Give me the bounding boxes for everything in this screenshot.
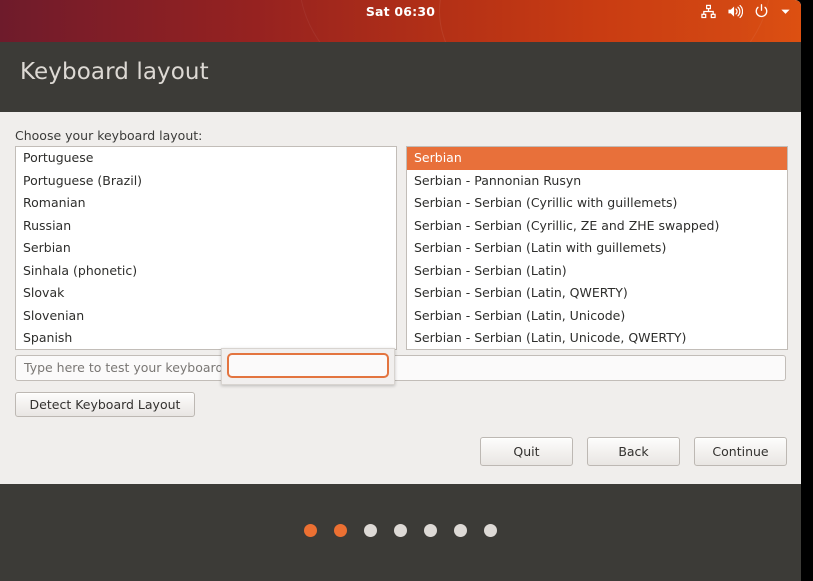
list-item[interactable]: Portuguese (Brazil) [16, 170, 396, 193]
list-item[interactable]: Serbian - Serbian (Cyrillic, ZE and ZHE … [407, 215, 787, 238]
list-item[interactable]: Portuguese [16, 147, 396, 170]
list-item[interactable]: Slovenian [16, 305, 396, 328]
slideshow-dot [394, 524, 407, 537]
page-title: Keyboard layout [20, 59, 209, 85]
list-item[interactable]: Romanian [16, 192, 396, 215]
list-item[interactable]: Serbian - Serbian (Latin, Unicode) [407, 305, 787, 328]
volume-icon[interactable] [727, 4, 744, 19]
power-icon[interactable] [754, 4, 769, 19]
slideshow-dot [454, 524, 467, 537]
slideshow-dot [424, 524, 437, 537]
top-panel: Sat 06:30 [0, 0, 801, 42]
header-band: Keyboard layout [0, 42, 801, 112]
clock[interactable]: Sat 06:30 [0, 0, 801, 23]
slideshow-dot [484, 524, 497, 537]
quit-button[interactable]: Quit [480, 437, 573, 466]
list-item[interactable]: Serbian [407, 147, 787, 170]
detect-keyboard-layout-button[interactable]: Detect Keyboard Layout [15, 392, 195, 417]
list-item[interactable]: Russian [16, 215, 396, 238]
list-item[interactable]: Serbian [16, 237, 396, 260]
list-item[interactable]: Spanish [16, 327, 396, 349]
list-item[interactable]: Serbian - Serbian (Cyrillic with guillem… [407, 192, 787, 215]
slideshow-dot [334, 524, 347, 537]
test-keyboard-input[interactable]: Type here to test your keyboard [15, 355, 786, 381]
language-list[interactable]: Portuguese Portuguese (Brazil) Romanian Rus… [15, 146, 397, 350]
list-item[interactable]: Slovak [16, 282, 396, 305]
slideshow-dot [304, 524, 317, 537]
footer-slideshow [0, 484, 801, 581]
overlay-text-input[interactable] [227, 353, 389, 378]
installer-window: Sat 06:30 Keyboard layout Choose your ke… [0, 0, 801, 581]
content-area: Choose your keyboard layout: Portuguese P… [0, 112, 801, 484]
back-button[interactable]: Back [587, 437, 680, 466]
overlay-popup [221, 348, 395, 385]
variant-list[interactable]: Serbian Serbian - Pannonian Rusyn Serbian … [406, 146, 788, 350]
indicator-area [701, 0, 791, 23]
desktop-background-strip [801, 0, 813, 581]
list-item[interactable]: Serbian - Serbian (Latin) [407, 260, 787, 283]
slideshow-dots [0, 524, 801, 537]
choose-layout-label: Choose your keyboard layout: [15, 128, 203, 143]
list-item[interactable]: Sinhala (phonetic) [16, 260, 396, 283]
chevron-down-icon[interactable] [780, 6, 791, 17]
list-item[interactable]: Serbian - Serbian (Latin, Unicode, QWERT… [407, 327, 787, 349]
network-icon[interactable] [701, 4, 716, 19]
screen: Sat 06:30 Keyboard layout Choose your ke… [0, 0, 813, 581]
list-item[interactable]: Serbian - Pannonian Rusyn [407, 170, 787, 193]
list-item[interactable]: Serbian - Serbian (Latin with guillemets… [407, 237, 787, 260]
navigation-buttons: Quit Back Continue [480, 437, 787, 466]
list-item[interactable]: Serbian - Serbian (Latin, QWERTY) [407, 282, 787, 305]
continue-button[interactable]: Continue [694, 437, 787, 466]
slideshow-dot [364, 524, 377, 537]
